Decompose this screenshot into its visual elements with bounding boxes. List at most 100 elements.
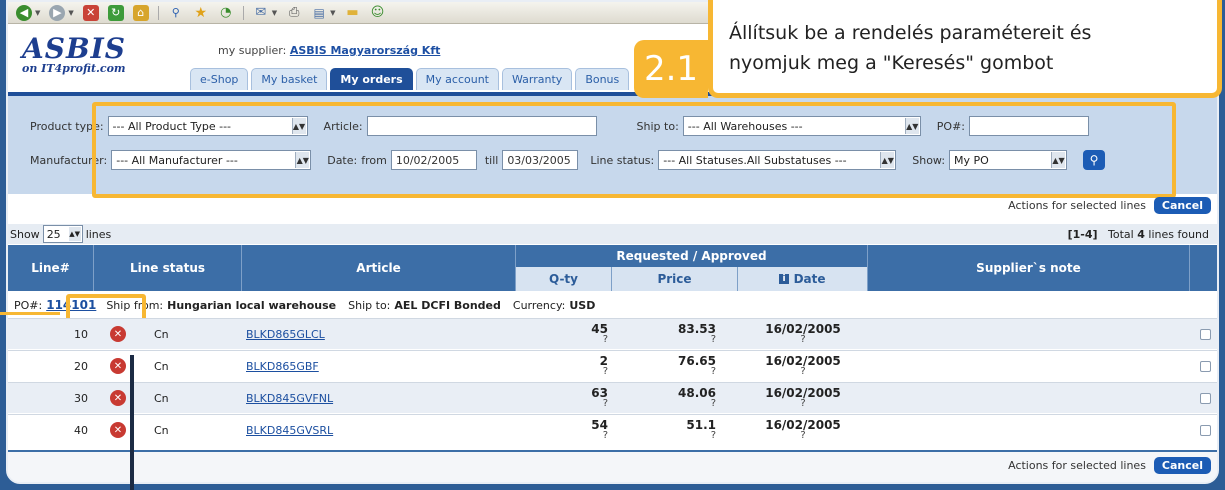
messenger-icon[interactable]: ☺ — [370, 5, 386, 21]
row-select-cell — [1200, 383, 1211, 413]
total-count: 4 — [1137, 227, 1145, 241]
price-cell: 76.65? — [612, 351, 716, 381]
line-number: 40 — [74, 423, 88, 437]
supplier-note-cell — [868, 319, 1190, 349]
refresh-icon[interactable]: ↻ — [107, 4, 124, 21]
back-icon[interactable]: ◀ — [16, 4, 32, 21]
table-row: 30 ✕ Cn BLKD845GVFNL 63? 48.06? 16/02/2005? — [8, 382, 1217, 413]
price-approved: ? — [710, 334, 716, 345]
chevron-down-icon[interactable]: ▼ — [272, 9, 277, 17]
show-lines-label: Show — [10, 227, 40, 241]
callout-step-number: 2.1 — [634, 40, 708, 98]
qty-approved: ? — [602, 334, 608, 345]
stop-icon[interactable]: ✕ — [82, 4, 99, 21]
home-icon[interactable]: ⌂ — [132, 4, 149, 21]
status-cell: ✕ — [110, 351, 126, 381]
col-line-status[interactable]: Line status — [94, 245, 242, 291]
col-date[interactable]: i Date — [738, 267, 868, 291]
col-price[interactable]: Price — [612, 267, 738, 291]
supplier-note-cell — [868, 383, 1190, 413]
asbis-logo[interactable]: ASBIS on IT4profit.com — [22, 32, 126, 76]
supplier-link[interactable]: ASBIS Magyarország Kft — [290, 44, 441, 57]
toolbar-separator — [242, 5, 244, 20]
price-cell: 48.06? — [612, 383, 716, 413]
tab-my-basket[interactable]: My basket — [251, 68, 328, 90]
tab-eshop[interactable]: e-Shop — [190, 68, 249, 90]
price-approved: ? — [710, 430, 716, 441]
search-icon[interactable]: ⚲ — [168, 5, 184, 21]
history-icon[interactable]: ◔ — [218, 5, 234, 21]
po-group-row: PO#: 114101 Ship from: Hungarian local w… — [8, 293, 1217, 317]
row-select-cell — [1200, 415, 1211, 445]
callout-text: Állítsuk be a rendelés paramétereit és n… — [729, 18, 1091, 78]
filter-highlight — [92, 102, 1176, 198]
col-article[interactable]: Article — [242, 245, 516, 291]
print-icon[interactable]: ⎙ — [286, 5, 302, 21]
col-line[interactable]: Line# — [8, 245, 94, 291]
status-cell: ✕ — [110, 383, 126, 413]
status-code: Cn — [154, 391, 169, 405]
tab-my-account[interactable]: My account — [415, 68, 499, 90]
article-link[interactable]: BLKD865GLCL — [246, 328, 325, 341]
col-date-label: Date — [793, 272, 826, 286]
chevron-down-icon[interactable]: ▼ — [330, 9, 335, 17]
date-cell: 16/02/2005? — [738, 415, 868, 445]
article-link[interactable]: BLKD845GVSRL — [246, 424, 333, 437]
page-range: [1-4] — [1067, 227, 1098, 241]
date-approved: ? — [800, 334, 806, 345]
mail-icon[interactable]: ✉ — [253, 5, 269, 21]
col-supplier-note[interactable]: Supplier`s note — [868, 245, 1190, 291]
po-prefix: PO#: — [14, 298, 43, 312]
price-cell: 83.53? — [612, 319, 716, 349]
row-checkbox[interactable] — [1200, 424, 1211, 436]
cancel-button[interactable]: Cancel — [1153, 197, 1211, 214]
actions-bar-top: Actions for selected lines Cancel — [1008, 197, 1211, 214]
forward-icon[interactable]: ▶ — [49, 4, 66, 21]
row-select-cell — [1200, 351, 1211, 381]
qty-cell: 63? — [516, 383, 608, 413]
date-cell: 16/02/2005? — [738, 351, 868, 381]
tab-warranty[interactable]: Warranty — [502, 68, 573, 90]
table-row: 10 ✕ Cn BLKD865GLCL 45? 83.53? 16/02/2005? — [8, 318, 1217, 349]
col-qty[interactable]: Q-ty — [516, 267, 612, 291]
toolbar-separator — [157, 5, 159, 20]
chevron-down-icon[interactable]: ▼ — [68, 9, 73, 17]
supplier-label: my supplier: — [218, 44, 287, 57]
edit-icon[interactable]: ▤ — [311, 5, 327, 21]
currency-label: Currency: — [512, 298, 566, 312]
tab-my-orders[interactable]: My orders — [330, 68, 413, 90]
supplier-info: my supplier: ASBIS Magyarország Kft — [218, 44, 440, 57]
callout-line-1: Állítsuk be a rendelés paramétereit és — [729, 22, 1092, 44]
table-row: 20 ✕ Cn BLKD865GBF 2? 76.65? 16/02/2005? — [8, 350, 1217, 381]
col-group-requested: Requested / Approved — [516, 245, 868, 267]
date-approved: ? — [800, 430, 806, 441]
lines-per-page-select[interactable]: 25 ▲▼ — [42, 225, 83, 243]
pager-row: Show 25 ▲▼ lines [1-4] Total 4 lines fou… — [8, 224, 1217, 244]
row-checkbox[interactable] — [1200, 360, 1211, 372]
article-cell: BLKD865GBF — [246, 351, 319, 381]
status-code: Cn — [154, 359, 169, 373]
cancelled-icon: ✕ — [110, 326, 126, 342]
row-checkbox[interactable] — [1200, 328, 1211, 340]
total-suffix: lines found — [1148, 227, 1209, 241]
cancel-button[interactable]: Cancel — [1153, 457, 1211, 474]
article-link[interactable]: BLKD845GVFNL — [246, 392, 333, 405]
cancelled-icon: ✕ — [110, 422, 126, 438]
tab-bonus[interactable]: Bonus — [575, 68, 630, 90]
supplier-note-cell — [868, 415, 1190, 445]
article-link[interactable]: BLKD865GBF — [246, 360, 319, 373]
actions-label: Actions for selected lines — [1008, 459, 1146, 472]
cancelled-icon: ✕ — [110, 358, 126, 374]
row-ship-to-value: AEL DCFI Bonded — [394, 298, 501, 312]
line-number: 20 — [74, 359, 88, 373]
folder-icon[interactable]: ▬ — [345, 5, 361, 21]
cancelled-icon: ✕ — [110, 390, 126, 406]
article-cell: BLKD865GLCL — [246, 319, 325, 349]
total-prefix: Total — [1108, 227, 1134, 241]
main-tabs: e-Shop My basket My orders My account Wa… — [190, 68, 630, 90]
favorites-icon[interactable]: ★ — [193, 5, 209, 21]
logo-text: ASBIS — [22, 32, 126, 65]
row-checkbox[interactable] — [1200, 392, 1211, 404]
actions-bar-bottom: Actions for selected lines Cancel — [1008, 457, 1211, 474]
chevron-down-icon[interactable]: ▼ — [35, 9, 40, 17]
